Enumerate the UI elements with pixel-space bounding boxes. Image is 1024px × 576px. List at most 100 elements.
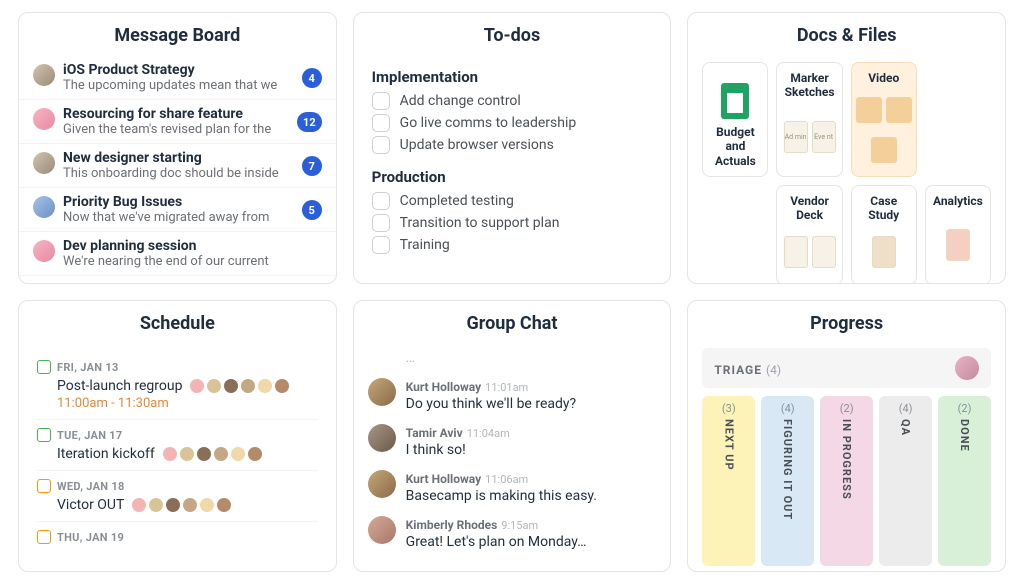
todo-section-head[interactable]: Implementation <box>372 68 653 86</box>
kanban-column-next-up[interactable]: (3)NEXT UP <box>702 396 755 566</box>
doc-title: Marker Sketches <box>781 71 837 100</box>
schedule-item[interactable]: TUE, JAN 17 Iteration kickoff <box>37 420 318 471</box>
schedule-item[interactable]: FRI, JAN 13 Post-launch regroup 11:00am … <box>37 352 318 420</box>
thumbnail-icon <box>872 236 896 268</box>
unread-badge: 12 <box>297 112 322 132</box>
triage-label: TRIAGE <box>714 363 762 377</box>
message-board-card[interactable]: Message Board iOS Product Strategy The u… <box>18 12 337 284</box>
message-board-title: Message Board <box>19 13 336 56</box>
avatar-icon <box>33 108 55 130</box>
column-label: QA <box>899 419 912 436</box>
message-item[interactable]: Resourcing for share feature Given the t… <box>19 100 336 144</box>
doc-tile-video[interactable]: Video <box>851 62 917 177</box>
event-label: Victor OUT <box>57 497 124 513</box>
message-item[interactable]: Priority Bug Issues Now that we've migra… <box>19 188 336 232</box>
todos-card[interactable]: To-dos Implementation Add change control… <box>353 12 672 284</box>
chat-card[interactable]: Group Chat … Kurt Holloway11:01am Do you… <box>353 300 672 572</box>
avatar-icon <box>368 470 396 498</box>
schedule-date: TUE, JAN 17 <box>37 428 318 442</box>
unread-badge: 7 <box>302 156 322 176</box>
attendee-avatars <box>130 497 232 513</box>
doc-tile-case-study[interactable]: Case Study <box>851 185 917 284</box>
message-title: Meet-up Poll <box>63 282 322 283</box>
docs-card[interactable]: Docs & Files Budget and Actuals Marker S… <box>687 12 1006 284</box>
chat-title: Group Chat <box>354 301 671 344</box>
column-label: DONE <box>958 419 971 452</box>
doc-tile-vendor[interactable]: Vendor Deck <box>776 185 842 284</box>
message-snippet: We're nearing the end of our current <box>63 254 322 269</box>
triage-count: (4) <box>766 363 781 377</box>
event-label: Iteration kickoff <box>57 446 155 462</box>
avatar-icon <box>33 196 55 218</box>
avatar-icon <box>33 152 55 174</box>
todo-section: Implementation Add change control Go liv… <box>354 56 671 262</box>
message-item[interactable]: iOS Product Strategy The upcoming update… <box>19 56 336 100</box>
chat-time: 11:06am <box>485 473 528 486</box>
progress-card[interactable]: Progress TRIAGE(4) (3)NEXT UP (4)FIGURIN… <box>687 300 1006 572</box>
schedule-card[interactable]: Schedule FRI, JAN 13 Post-launch regroup… <box>18 300 337 572</box>
schedule-event-title: Post-launch regroup <box>57 378 318 394</box>
checkbox-icon[interactable] <box>372 236 390 254</box>
chat-text: I think so! <box>406 442 510 458</box>
doc-tile-analytics[interactable]: Analytics <box>925 185 991 284</box>
message-item[interactable]: New designer starting This onboarding do… <box>19 144 336 188</box>
message-title: New designer starting <box>63 150 322 166</box>
chat-message[interactable]: Kimberly Rhodes9:15am Great! Let's plan … <box>368 514 657 550</box>
docs-title: Docs & Files <box>688 13 1005 56</box>
kanban-column-in-progress[interactable]: (2)IN PROGRESS <box>820 396 873 566</box>
triage-row[interactable]: TRIAGE (4) <box>702 348 991 388</box>
message-item[interactable]: Dev planning session We're nearing the e… <box>19 232 336 276</box>
todo-item[interactable]: Transition to support plan <box>372 214 653 232</box>
message-item[interactable]: Meet-up Poll <box>19 276 336 283</box>
avatar-icon <box>368 516 396 544</box>
todo-item[interactable]: Update browser versions <box>372 136 653 154</box>
schedule-item[interactable]: WED, JAN 18 Victor OUT <box>37 471 318 522</box>
doc-tile-sketches[interactable]: Marker Sketches Ad minEve nt <box>776 62 842 177</box>
chat-text: Do you think we'll be ready? <box>406 396 576 412</box>
calendar-icon <box>37 428 51 442</box>
message-snippet: Now that we've migrated away from <box>63 210 322 225</box>
kanban-column-done[interactable]: (2)DONE <box>938 396 991 566</box>
chat-message[interactable]: Tamir Aviv11:04am I think so! <box>368 422 657 458</box>
schedule-item[interactable]: THU, JAN 19 <box>37 522 318 552</box>
schedule-date: FRI, JAN 13 <box>37 360 318 374</box>
todo-item[interactable]: Training <box>372 236 653 254</box>
todo-section-head[interactable]: Production <box>372 168 653 186</box>
column-count: (2) <box>840 402 854 415</box>
doc-title: Case Study <box>856 194 912 223</box>
todo-item[interactable]: Completed testing <box>372 192 653 210</box>
schedule-date: WED, JAN 18 <box>37 479 318 493</box>
chat-message[interactable]: Kurt Holloway11:01am Do you think we'll … <box>368 376 657 412</box>
todo-item[interactable]: Go live comms to leadership <box>372 114 653 132</box>
checkbox-icon[interactable] <box>372 214 390 232</box>
checkbox-icon[interactable] <box>372 114 390 132</box>
checkbox-icon[interactable] <box>372 92 390 110</box>
chat-message[interactable]: Kurt Holloway11:06am Basecamp is making … <box>368 468 657 504</box>
unread-badge: 4 <box>302 68 322 88</box>
todo-label: Completed testing <box>400 193 514 209</box>
doc-tile-budget[interactable]: Budget and Actuals <box>702 62 768 177</box>
chat-text: Basecamp is making this easy. <box>406 488 597 504</box>
column-count: (4) <box>899 402 913 415</box>
doc-title: Vendor Deck <box>781 194 837 223</box>
checkbox-icon[interactable] <box>372 192 390 210</box>
thumbnail-icon: Ad min <box>784 121 808 153</box>
schedule-event-title: Iteration kickoff <box>57 446 318 462</box>
avatar-icon <box>33 240 55 262</box>
doc-title: Analytics <box>933 194 983 208</box>
todo-label: Go live comms to leadership <box>400 115 577 131</box>
checkbox-icon[interactable] <box>372 136 390 154</box>
date-label: TUE, JAN 17 <box>57 429 123 442</box>
chat-author: Kurt Holloway <box>406 380 482 394</box>
column-label: FIGURING IT OUT <box>781 419 794 520</box>
message-list: iOS Product Strategy The upcoming update… <box>19 56 336 283</box>
message-title: Priority Bug Issues <box>63 194 322 210</box>
message-title: Resourcing for share feature <box>63 106 322 122</box>
unread-badge: 5 <box>302 200 322 220</box>
message-snippet: The upcoming updates mean that we <box>63 78 322 93</box>
kanban-column-qa[interactable]: (4) QA <box>879 396 932 566</box>
todo-item[interactable]: Add change control <box>372 92 653 110</box>
column-count: (3) <box>722 402 736 415</box>
message-title: iOS Product Strategy <box>63 62 322 78</box>
kanban-column-figuring[interactable]: (4)FIGURING IT OUT <box>761 396 814 566</box>
